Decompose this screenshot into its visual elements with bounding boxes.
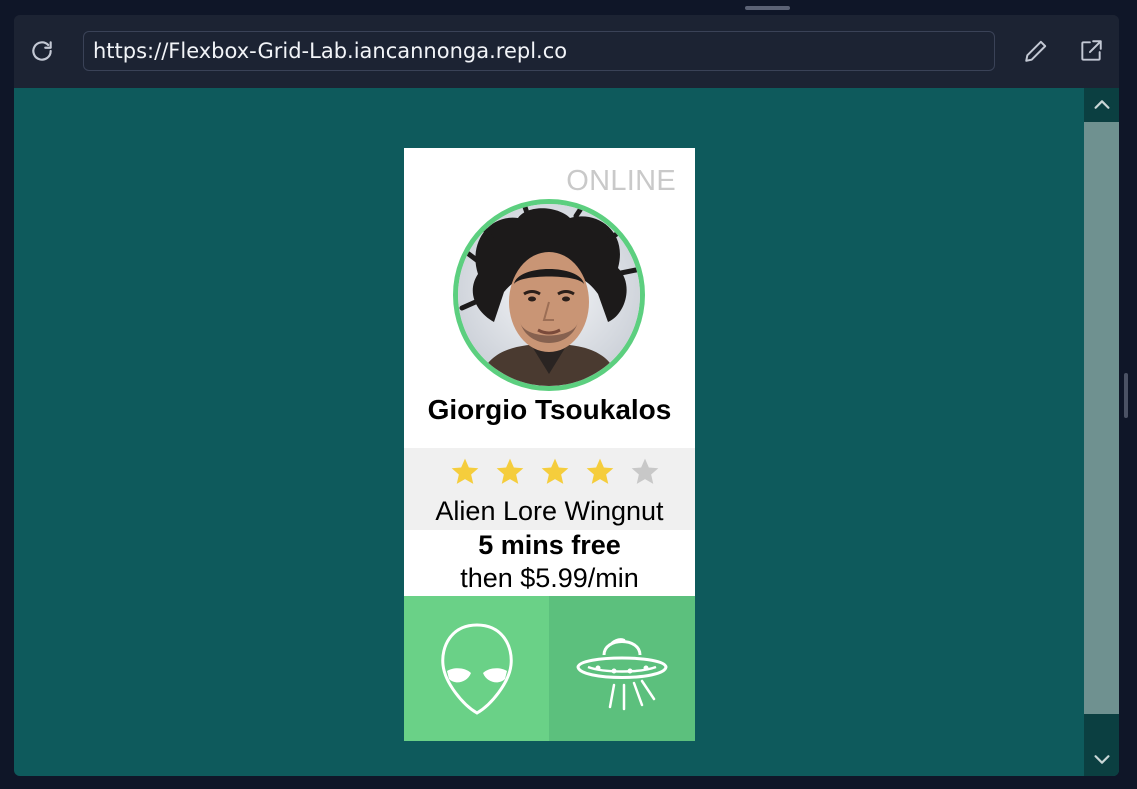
scroll-up-button[interactable] [1084,88,1119,122]
star-icon-filled [442,453,487,491]
alien-action-button[interactable] [404,596,549,741]
reload-button[interactable] [28,37,56,65]
star-icon-filled [577,453,622,491]
alien-head-icon [440,622,513,715]
external-link-icon [1081,40,1102,61]
advisor-title: Alien Lore Wingnut [435,496,664,526]
page-viewport: ONLINE Giorgio Tsoukalos Alien Lore Wing… [14,88,1119,776]
chevron-up-icon [1093,100,1110,109]
star-icon-filled [532,453,577,491]
ufo-icon [576,637,668,710]
ufo-action-button[interactable] [549,596,695,741]
window-drag-handle[interactable] [745,6,790,10]
edit-button[interactable] [1022,37,1050,65]
pane-resize-handle[interactable] [1124,373,1128,418]
star-icon-empty [622,453,667,491]
open-in-new-tab-button[interactable] [1077,37,1105,65]
browser-toolbar [14,15,1119,87]
rating-section: Alien Lore Wingnut [404,448,695,530]
star-icon-filled [487,453,532,491]
avatar [453,199,645,391]
scrollbar-thumb[interactable] [1084,122,1119,714]
reload-icon [32,41,52,61]
advisor-name: Giorgio Tsoukalos [427,394,672,425]
rate-label: then $5.99/min [460,563,639,593]
pencil-icon [1025,40,1047,62]
scroll-down-button[interactable] [1084,742,1119,776]
portrait-image [458,204,640,386]
browser-pane: ONLINE [14,15,1119,776]
chevron-down-icon [1093,755,1110,764]
advisor-card: ONLINE Giorgio Tsoukalos Alien Lore Wing… [404,148,695,741]
status-badge: ONLINE [566,165,676,197]
url-input[interactable] [83,31,995,71]
free-minutes-label: 5 mins free [478,530,621,560]
vertical-scrollbar[interactable] [1084,88,1119,776]
star-rating [442,453,667,491]
